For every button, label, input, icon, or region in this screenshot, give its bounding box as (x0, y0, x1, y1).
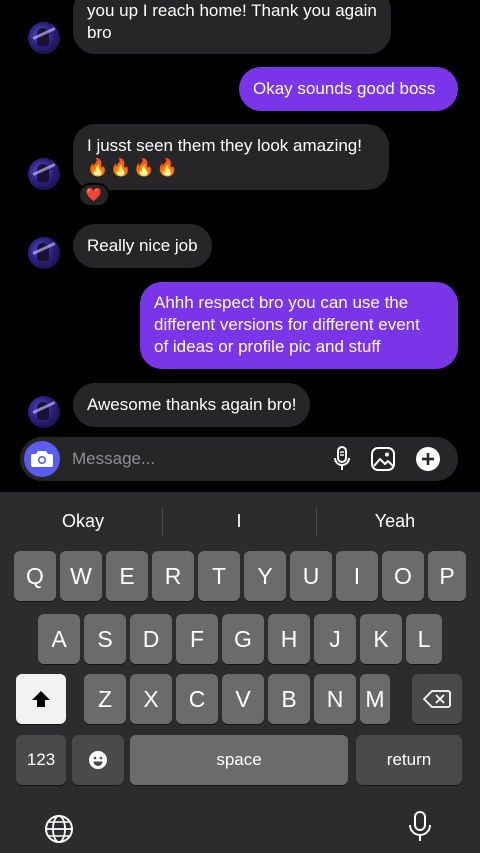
heart-icon: ❤️ (85, 187, 103, 202)
suggestion-3[interactable]: Yeah (320, 492, 470, 550)
message-line: I jusst seen them they look amazing! (87, 136, 362, 155)
camera-icon (31, 451, 53, 467)
emoji-icon (89, 751, 107, 769)
message-line: you up I reach home! Thank you again (87, 1, 377, 20)
message-input[interactable] (72, 437, 312, 481)
gallery-icon (371, 447, 395, 471)
key-e[interactable]: E (106, 551, 148, 601)
globe-icon (45, 815, 73, 843)
message-line: Ahhh respect bro you can use the (154, 293, 409, 312)
key-a[interactable]: A (38, 614, 80, 664)
key-g[interactable]: G (222, 614, 264, 664)
backspace-key[interactable] (412, 674, 462, 724)
space-key[interactable]: space (130, 735, 348, 785)
contact-avatar[interactable] (28, 396, 60, 428)
key-z[interactable]: Z (84, 674, 126, 724)
message-bubble-outgoing[interactable]: Okay sounds good boss (239, 67, 458, 111)
dictation-icon (409, 811, 431, 841)
message-bubble-incoming[interactable]: Awesome thanks again bro! (73, 383, 311, 427)
key-f[interactable]: F (176, 614, 218, 664)
key-u[interactable]: U (290, 551, 332, 601)
key-l[interactable]: L (406, 614, 442, 664)
globe-button[interactable] (44, 814, 74, 844)
key-d[interactable]: D (130, 614, 172, 664)
contact-avatar[interactable] (28, 22, 60, 54)
key-o[interactable]: O (382, 551, 424, 601)
shift-key[interactable] (16, 674, 66, 724)
key-x[interactable]: X (130, 674, 172, 724)
message-bubble-incoming[interactable]: Really nice job (73, 224, 212, 268)
key-s[interactable]: S (84, 614, 126, 664)
key-q[interactable]: Q (14, 551, 56, 601)
gallery-button[interactable] (369, 445, 397, 473)
suggestion-1[interactable]: Okay (8, 492, 158, 550)
camera-button[interactable] (24, 441, 60, 477)
suggestion-2[interactable]: I (165, 492, 313, 550)
contact-avatar[interactable] (28, 237, 60, 269)
keyboard: Okay I Yeah Q W E R T Y U I O P A S D F … (0, 492, 480, 853)
message-composer (20, 437, 458, 481)
key-c[interactable]: C (176, 674, 218, 724)
key-m[interactable]: M (360, 674, 390, 724)
add-button[interactable] (414, 445, 442, 473)
heart-reaction[interactable]: ❤️ (78, 183, 110, 207)
message-line: of ideas or profile pic and stuff (154, 337, 381, 356)
key-r[interactable]: R (152, 551, 194, 601)
key-w[interactable]: W (60, 551, 102, 601)
divider (162, 508, 163, 536)
message-line: Okay sounds good boss (253, 79, 436, 98)
key-y[interactable]: Y (244, 551, 286, 601)
numbers-key[interactable]: 123 (16, 735, 66, 785)
plus-icon (416, 447, 440, 471)
key-t[interactable]: T (198, 551, 240, 601)
return-key[interactable]: return (356, 735, 462, 785)
key-p[interactable]: P (428, 551, 466, 601)
key-b[interactable]: B (268, 674, 310, 724)
divider (316, 508, 317, 536)
message-bubble-outgoing[interactable]: Ahhh respect bro you can use the differe… (140, 282, 458, 369)
message-line: Awesome thanks again bro! (87, 395, 297, 414)
message-bubble-incoming[interactable]: you up I reach home! Thank you again bro (73, 0, 391, 54)
key-i[interactable]: I (336, 551, 378, 601)
voice-message-button[interactable] (328, 445, 356, 473)
message-line: different versions for different event (154, 315, 420, 334)
chat-thread: you up I reach home! Thank you again bro… (0, 0, 480, 492)
key-n[interactable]: N (314, 674, 356, 724)
microphone-icon (334, 446, 350, 470)
emoji-key[interactable] (72, 735, 124, 785)
predictive-bar: Okay I Yeah (0, 492, 480, 550)
message-line: Really nice job (87, 236, 198, 255)
key-k[interactable]: K (360, 614, 402, 664)
message-line: bro (87, 23, 112, 42)
key-v[interactable]: V (222, 674, 264, 724)
message-line: 🔥🔥🔥🔥 (87, 158, 180, 177)
key-h[interactable]: H (268, 614, 310, 664)
key-j[interactable]: J (314, 614, 356, 664)
contact-avatar[interactable] (28, 158, 60, 190)
shift-icon (32, 691, 50, 707)
backspace-icon (423, 690, 451, 708)
dictation-button[interactable] (408, 810, 432, 844)
message-bubble-incoming[interactable]: I jusst seen them they look amazing! 🔥🔥🔥… (73, 124, 389, 190)
